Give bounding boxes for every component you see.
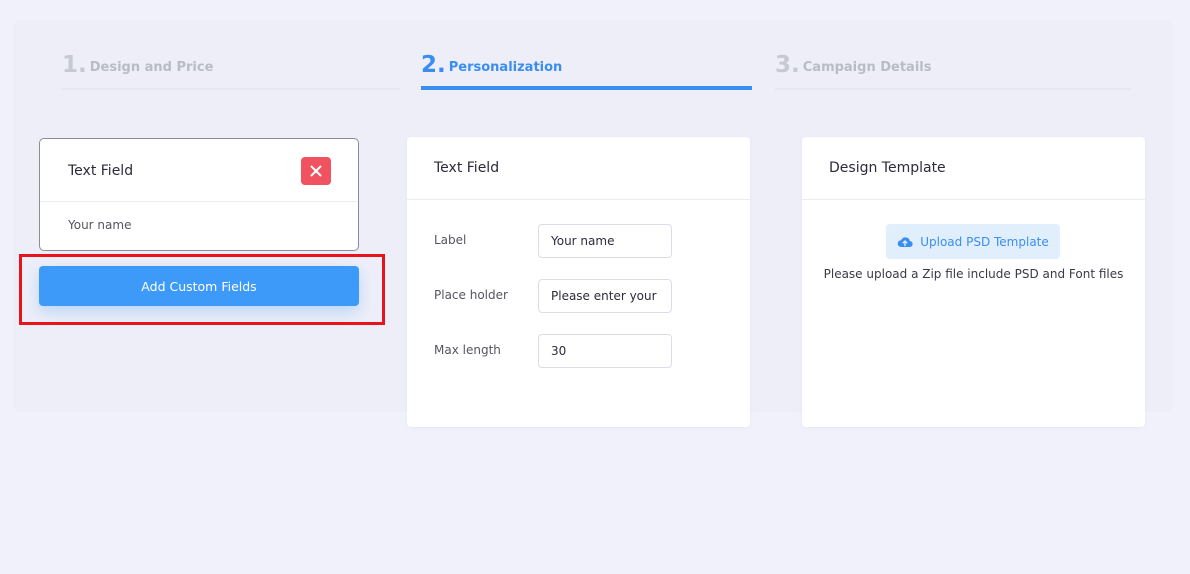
custom-field-title: Text Field [68,163,134,179]
custom-field-value: Your name [68,218,132,232]
page: 1. Design and Price 2. Personalization 3. C… [0,0,1190,574]
step-label: Design and Price [89,60,214,75]
upload-note: Please upload a Zip file include PSD and… [823,267,1124,281]
step-campaign-details[interactable]: 3. Campaign Details [775,52,1131,92]
text-field-panel-title: Text Field [434,160,500,176]
step-label: Personalization [448,60,563,75]
placeholder-field-label: Place holder [434,288,508,302]
step-underline [421,86,752,90]
remove-field-button[interactable] [301,157,331,185]
custom-field-card[interactable]: Text Field Your name [39,138,359,251]
step-label: Campaign Details [802,60,932,75]
max-length-input[interactable] [538,334,672,368]
upload-psd-template-button[interactable]: Upload PSD Template [886,224,1060,259]
step-number: 3. [775,52,800,78]
max-length-field-label: Max length [434,343,501,357]
step-number: 2. [421,52,446,78]
design-template-panel-title: Design Template [829,160,946,176]
step-personalization[interactable]: 2. Personalization [421,52,752,92]
label-input[interactable] [538,224,672,258]
cloud-upload-icon [897,236,913,247]
max-length-row: Max length [434,334,724,368]
label-row: Label [434,224,724,258]
step-underline [62,88,400,90]
custom-field-card-header: Text Field [40,139,358,202]
label-field-label: Label [434,233,467,247]
design-template-panel-header: Design Template [802,137,1145,200]
upload-psd-template-label: Upload PSD Template [920,234,1049,249]
placeholder-row: Place holder [434,279,724,313]
placeholder-input[interactable] [538,279,672,313]
step-number: 1. [62,52,87,78]
step-design-and-price[interactable]: 1. Design and Price [62,52,400,92]
design-template-panel: Design Template Upload PSD Template Plea… [802,137,1145,427]
step-underline [775,88,1131,90]
text-field-panel: Text Field Label Place holder Max length [407,137,750,427]
close-icon [310,165,322,177]
highlight-box [19,254,385,325]
text-field-panel-header: Text Field [407,137,750,200]
